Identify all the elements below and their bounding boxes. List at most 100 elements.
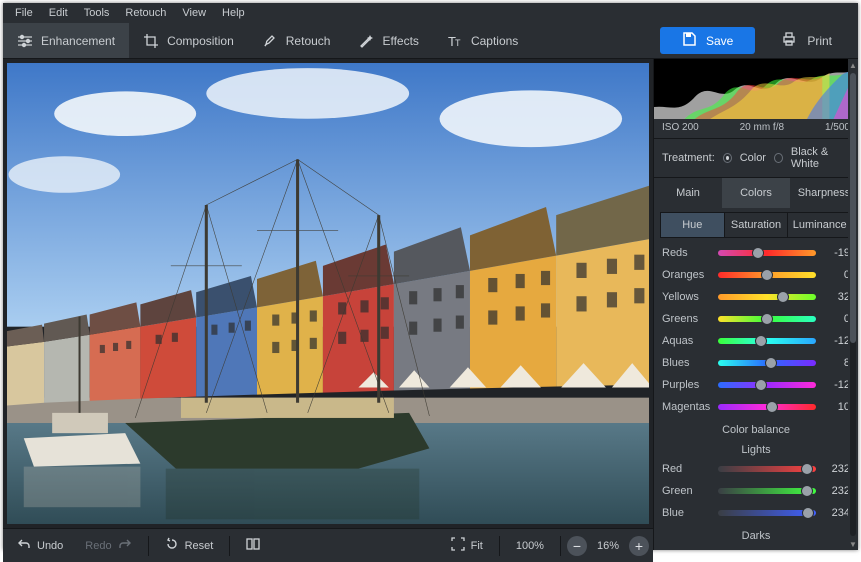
slider-row: Reds-19 [662, 242, 850, 264]
tab-captions[interactable]: TT Captions [433, 23, 532, 58]
slider-row: Oranges0 [662, 264, 850, 286]
compare-icon [246, 537, 260, 554]
crop-icon [143, 33, 159, 49]
slider-value: 10 [822, 401, 850, 413]
slider-thumb[interactable] [802, 507, 814, 519]
plus-icon: + [635, 538, 643, 554]
slider-thumb[interactable] [801, 485, 813, 497]
slider-track[interactable] [718, 294, 816, 300]
tab-effects-label: Effects [382, 34, 418, 48]
zoom-100-button[interactable]: 100% [506, 533, 554, 559]
tab-retouch[interactable]: Retouch [248, 23, 345, 58]
fit-button[interactable]: Fit [441, 533, 493, 559]
slider-track[interactable] [718, 488, 816, 494]
tab-enhancement[interactable]: Enhancement [3, 23, 129, 58]
slider-label: Reds [662, 247, 712, 259]
slider-thumb[interactable] [755, 335, 767, 347]
tab-composition-label: Composition [167, 34, 234, 48]
tab-composition[interactable]: Composition [129, 23, 248, 58]
panel-scrollbar[interactable]: ▲ ▼ [848, 59, 858, 550]
meta-iso: ISO 200 [662, 122, 699, 133]
slider-value: 32 [822, 291, 850, 303]
menu-file[interactable]: File [7, 5, 41, 21]
svg-text:T: T [455, 38, 461, 48]
undo-icon [17, 537, 31, 554]
undo-button[interactable]: Undo [7, 533, 73, 559]
subtab-saturation[interactable]: Saturation [724, 212, 788, 238]
menu-view[interactable]: View [174, 5, 214, 21]
slider-thumb[interactable] [765, 357, 777, 369]
subtab-hue[interactable]: Hue [660, 212, 724, 238]
slider-track[interactable] [718, 510, 816, 516]
scroll-down-icon[interactable]: ▼ [848, 538, 858, 550]
slider-track[interactable] [718, 338, 816, 344]
reset-button[interactable]: Reset [155, 533, 224, 559]
slider-value: 0 [822, 313, 850, 325]
panel-tab-colors[interactable]: Colors [722, 178, 790, 208]
menu-help[interactable]: Help [214, 5, 253, 21]
slider-track[interactable] [718, 272, 816, 278]
compare-button[interactable] [236, 533, 270, 559]
radio-color[interactable] [723, 153, 732, 163]
canvas-area[interactable] [3, 59, 653, 528]
main-toolbar: Enhancement Composition Retouch Effects … [3, 23, 858, 59]
subtab-luminance[interactable]: Luminance [787, 212, 852, 238]
tab-enhancement-label: Enhancement [41, 34, 115, 48]
slider-label: Yellows [662, 291, 712, 303]
save-label: Save [706, 34, 733, 48]
slider-track[interactable] [718, 404, 816, 410]
redo-button[interactable]: Redo [75, 533, 141, 559]
slider-track[interactable] [718, 316, 816, 322]
print-icon [781, 31, 797, 50]
fit-label: Fit [471, 540, 483, 552]
slider-track[interactable] [718, 466, 816, 472]
slider-thumb[interactable] [777, 291, 789, 303]
slider-thumb[interactable] [761, 269, 773, 281]
menu-tools[interactable]: Tools [76, 5, 118, 21]
slider-label: Purples [662, 379, 712, 391]
tab-effects[interactable]: Effects [344, 23, 432, 58]
radio-bw-label: Black & White [791, 146, 850, 170]
slider-track[interactable] [718, 250, 816, 256]
slider-label: Greens [662, 313, 712, 325]
slider-label: Magentas [662, 401, 712, 413]
meta-shutter: 1/500 [825, 122, 850, 133]
scrollbar-thumb[interactable] [850, 73, 856, 343]
save-icon [682, 32, 696, 49]
slider-value: 0 [822, 269, 850, 281]
scroll-up-icon[interactable]: ▲ [848, 59, 858, 71]
print-label: Print [807, 34, 832, 48]
treatment-label: Treatment: [662, 152, 715, 164]
slider-value: 232 [822, 463, 850, 475]
slider-value: -12 [822, 335, 850, 347]
slider-track[interactable] [718, 360, 816, 366]
color-subtabs: Hue Saturation Luminance [660, 212, 852, 238]
bottom-bar: Undo Redo Reset Fit [3, 528, 653, 562]
brush-icon [262, 33, 278, 49]
slider-thumb[interactable] [766, 401, 778, 413]
slider-thumb[interactable] [761, 313, 773, 325]
slider-thumb[interactable] [755, 379, 767, 391]
photo-metadata: ISO 200 20 mm f/8 1/500 [654, 119, 858, 139]
panel-tab-main[interactable]: Main [654, 178, 722, 208]
radio-bw[interactable] [774, 153, 783, 163]
slider-row: Yellows 32 [662, 286, 850, 308]
histogram[interactable] [654, 59, 858, 119]
print-button[interactable]: Print [763, 27, 850, 54]
slider-thumb[interactable] [752, 247, 764, 259]
save-button[interactable]: Save [660, 27, 755, 54]
radio-color-label: Color [740, 152, 766, 164]
reset-icon [165, 537, 179, 554]
slider-thumb[interactable] [801, 463, 813, 475]
slider-row: Magentas 10 [662, 396, 850, 418]
slider-row: Blue234 [662, 502, 850, 524]
photo-preview [7, 63, 649, 524]
fit-icon [451, 537, 465, 554]
menu-edit[interactable]: Edit [41, 5, 76, 21]
slider-track[interactable] [718, 382, 816, 388]
slider-row: Blues8 [662, 352, 850, 374]
slider-label: Red [662, 463, 712, 475]
meta-lens: 20 mm f/8 [740, 122, 784, 133]
minus-icon: − [573, 538, 581, 554]
menu-retouch[interactable]: Retouch [117, 5, 174, 21]
